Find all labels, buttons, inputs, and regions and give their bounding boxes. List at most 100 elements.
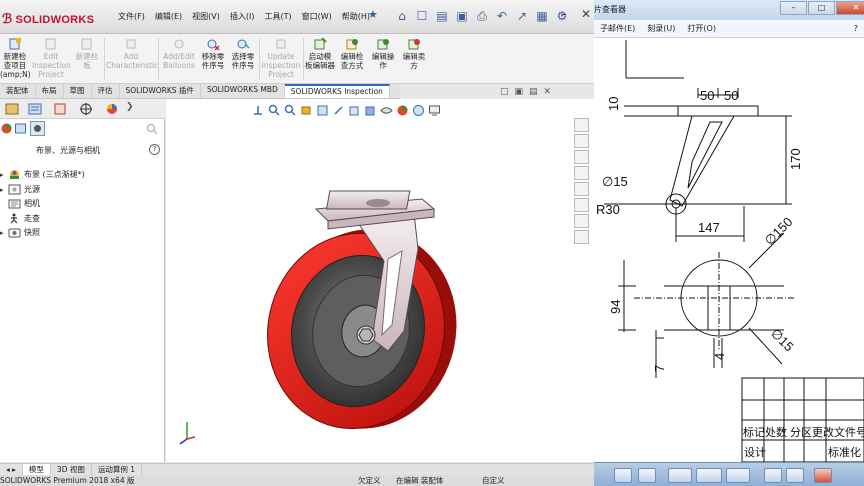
rebuild-icon[interactable]: ▦ bbox=[533, 7, 551, 25]
select-balloon-button[interactable]: 选择零 件序号 bbox=[229, 38, 257, 70]
section-view-icon[interactable] bbox=[316, 104, 329, 117]
maximize-viewport-icon[interactable]: ▣ bbox=[515, 87, 524, 97]
caster-wheel-model[interactable] bbox=[166, 99, 594, 462]
dynamic-annotation-icon[interactable] bbox=[332, 104, 345, 117]
minimize-icon[interactable]: – bbox=[556, 6, 572, 22]
menu-burn[interactable]: 刻录(U) bbox=[641, 23, 681, 34]
expand-arrow-icon[interactable]: ▸ bbox=[0, 229, 8, 237]
view-orientation-cube-icon[interactable] bbox=[348, 104, 361, 117]
design-library-icon[interactable] bbox=[574, 134, 589, 148]
save-icon[interactable]: ▣ bbox=[453, 7, 471, 25]
menu-file[interactable]: 文件(F) bbox=[113, 10, 150, 23]
edit-inspection-method-button[interactable]: 编辑检 查方式 bbox=[337, 38, 367, 70]
tab-addins[interactable]: SOLIDWORKS 插件 bbox=[120, 84, 201, 98]
view-orientation-icon[interactable] bbox=[252, 104, 265, 117]
collaboration-icon[interactable] bbox=[574, 230, 589, 244]
tab-inspection[interactable]: SOLIDWORKS Inspection bbox=[284, 84, 390, 98]
feature-manager-icon[interactable] bbox=[4, 102, 20, 116]
edit-vendor-button[interactable]: 编辑卖 方 bbox=[399, 38, 429, 70]
menu-edit[interactable]: 编辑(E) bbox=[150, 10, 187, 23]
menu-tools[interactable]: 工具(T) bbox=[259, 10, 296, 23]
help-icon[interactable]: ? bbox=[848, 24, 864, 33]
menu-window[interactable]: 窗口(W) bbox=[297, 10, 337, 23]
edit-appearance-icon[interactable] bbox=[396, 104, 409, 117]
view-settings-icon[interactable] bbox=[428, 104, 441, 117]
select-icon[interactable]: ↗ bbox=[513, 7, 531, 25]
update-inspection-project-button[interactable]: Update Inspection Project bbox=[261, 38, 301, 79]
custom-properties-icon[interactable] bbox=[574, 198, 589, 212]
rotate-left-icon[interactable] bbox=[764, 468, 782, 483]
new-inspection-project-button[interactable]: 新建检 查项目 (amp;N) bbox=[0, 38, 31, 79]
tab-assembly[interactable]: 装配体 bbox=[0, 84, 36, 98]
tab-layout[interactable]: 布局 bbox=[36, 84, 64, 98]
delete-icon[interactable] bbox=[814, 468, 832, 483]
tree-item-lights[interactable]: ▸ 光源 bbox=[0, 184, 40, 195]
undo-icon[interactable]: ↶ bbox=[493, 7, 511, 25]
close-viewport-icon[interactable]: ✕ bbox=[544, 87, 552, 97]
next-image-icon[interactable] bbox=[726, 468, 750, 483]
dimxpert-manager-icon[interactable] bbox=[78, 102, 94, 116]
tab-motion-study[interactable]: 运动算例 1 bbox=[92, 464, 143, 475]
add-characteristic-button[interactable]: Add Characteristic bbox=[106, 38, 158, 70]
slideshow-icon[interactable] bbox=[696, 468, 722, 483]
zoom-area-icon[interactable] bbox=[284, 104, 297, 117]
solidworks-forum-icon[interactable] bbox=[574, 214, 589, 228]
configuration-manager-icon[interactable] bbox=[52, 102, 68, 116]
file-explorer-icon[interactable] bbox=[574, 150, 589, 164]
expand-arrow-icon[interactable]: ▸ bbox=[0, 171, 8, 179]
menu-email[interactable]: 子邮件(E) bbox=[594, 23, 641, 34]
hide-show-items-icon[interactable] bbox=[380, 104, 393, 117]
home-icon[interactable]: ⌂ bbox=[393, 7, 411, 25]
zoom-icon[interactable] bbox=[614, 468, 632, 483]
menu-open[interactable]: 打开(O) bbox=[681, 23, 722, 34]
graphics-area[interactable] bbox=[166, 99, 594, 462]
apply-scene-icon[interactable] bbox=[412, 104, 425, 117]
previous-image-icon[interactable] bbox=[668, 468, 692, 483]
tree-item-cameras[interactable]: 相机 bbox=[0, 198, 40, 209]
previous-view-icon[interactable] bbox=[300, 104, 313, 117]
menu-insert[interactable]: 插入(I) bbox=[225, 10, 260, 23]
rotate-right-icon[interactable] bbox=[786, 468, 804, 483]
solidworks-resources-icon[interactable] bbox=[574, 118, 589, 132]
filter-search-icon[interactable] bbox=[146, 123, 158, 135]
maximize-icon[interactable]: □ bbox=[808, 1, 835, 15]
view-palette-icon[interactable] bbox=[574, 166, 589, 180]
close-icon[interactable]: ✕ bbox=[836, 1, 864, 15]
print-icon[interactable]: ⎙ bbox=[473, 7, 491, 25]
decals-icon[interactable] bbox=[14, 122, 27, 135]
tab-3d-views[interactable]: 3D 视图 bbox=[51, 464, 92, 475]
fit-window-icon[interactable] bbox=[638, 468, 656, 483]
add-edit-balloons-button[interactable]: Add/Edit Balloons bbox=[160, 38, 198, 70]
expand-panel-icon[interactable]: ❯ bbox=[126, 102, 134, 112]
menu-view[interactable]: 视图(V) bbox=[187, 10, 225, 23]
launch-template-editor-button[interactable]: 启动模 板编辑器 bbox=[305, 38, 335, 70]
minimize-icon[interactable]: – bbox=[780, 1, 807, 15]
tab-evaluate[interactable]: 评估 bbox=[92, 84, 120, 98]
edit-operation-button[interactable]: 编辑操 作 bbox=[369, 38, 397, 70]
new-document-icon[interactable]: ☐ bbox=[413, 7, 431, 25]
tab-model[interactable]: 模型 bbox=[22, 464, 51, 475]
property-manager-icon[interactable] bbox=[27, 102, 43, 116]
tree-item-scene[interactable]: ▸ 布景 (三点渐褪*) bbox=[0, 169, 85, 180]
tile-viewport-icon[interactable]: ▤ bbox=[529, 87, 538, 97]
appearances-icon[interactable] bbox=[0, 122, 13, 135]
display-manager-icon[interactable] bbox=[104, 102, 120, 116]
appearances-scenes-icon[interactable] bbox=[574, 182, 589, 196]
tree-item-walkthrough[interactable]: 走查 bbox=[0, 213, 40, 224]
units-status[interactable]: 自定义 bbox=[482, 475, 505, 486]
scene-lights-cameras-icon[interactable] bbox=[30, 121, 45, 136]
open-folder-icon[interactable]: ▤ bbox=[433, 7, 451, 25]
edit-inspection-project-button[interactable]: Edit Inspection Project bbox=[32, 38, 71, 79]
pin-menu-icon[interactable]: ★ bbox=[368, 8, 378, 21]
remove-balloon-button[interactable]: 移除零 件序号 bbox=[199, 38, 227, 70]
close-icon[interactable]: ✕ bbox=[578, 6, 594, 22]
restore-viewport-icon[interactable]: □ bbox=[500, 87, 509, 97]
display-style-icon[interactable] bbox=[364, 104, 377, 117]
zoom-fit-icon[interactable] bbox=[268, 104, 281, 117]
tab-mbd[interactable]: SOLIDWORKS MBD bbox=[201, 84, 285, 98]
new-template-button[interactable]: 新建检 板 bbox=[72, 38, 102, 70]
solidworks-logo[interactable]: ℬ SOLIDWORKS bbox=[2, 11, 94, 27]
nav-arrows-icon[interactable]: ◂ ▸ bbox=[0, 464, 23, 475]
tab-sketch[interactable]: 草图 bbox=[64, 84, 92, 98]
help-icon[interactable]: ? bbox=[149, 144, 160, 155]
